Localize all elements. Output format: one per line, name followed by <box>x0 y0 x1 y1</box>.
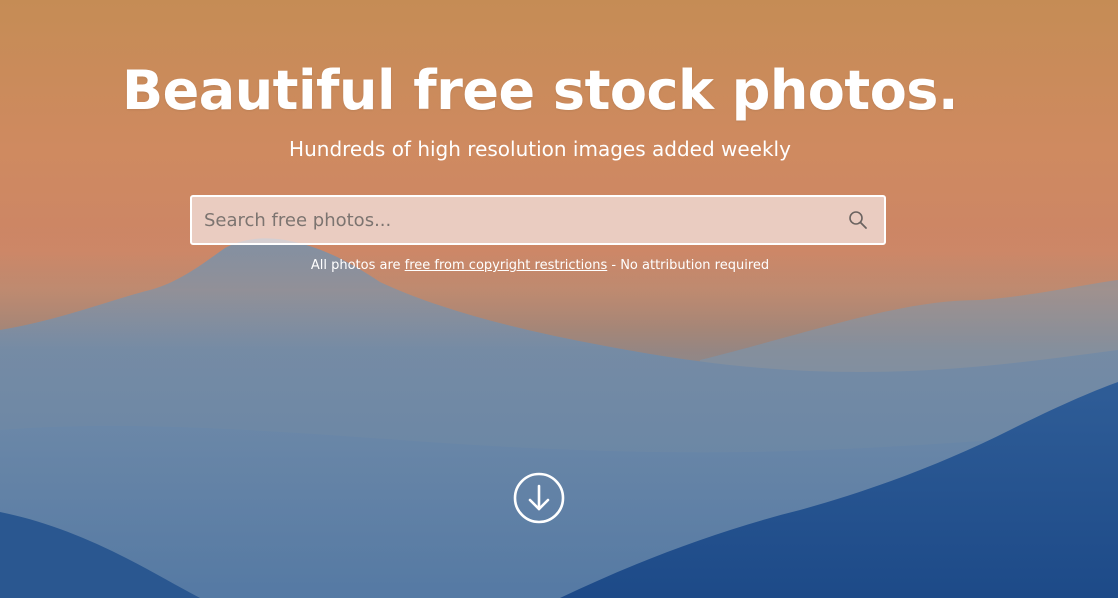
search-icon <box>849 211 867 229</box>
hero-content: Beautiful free stock photos. Hundreds of… <box>0 0 1118 598</box>
search-button[interactable] <box>832 197 884 243</box>
copyright-notice: All photos are free from copyright restr… <box>0 257 1080 275</box>
hero-title: Beautiful free stock photos. <box>122 59 958 122</box>
notice-prefix: All photos are <box>310 258 405 273</box>
search-bar <box>190 195 886 245</box>
arrow-down-circle-icon <box>513 472 565 524</box>
search-input[interactable] <box>192 197 832 243</box>
copyright-link[interactable]: free from copyright restrictions <box>405 258 608 273</box>
hero-section: Beautiful free stock photos. Hundreds of… <box>0 0 1118 598</box>
scroll-down-button[interactable] <box>513 472 565 524</box>
hero-subtitle: Hundreds of high resolution images added… <box>289 137 791 161</box>
notice-suffix: - No attribution required <box>607 258 770 273</box>
